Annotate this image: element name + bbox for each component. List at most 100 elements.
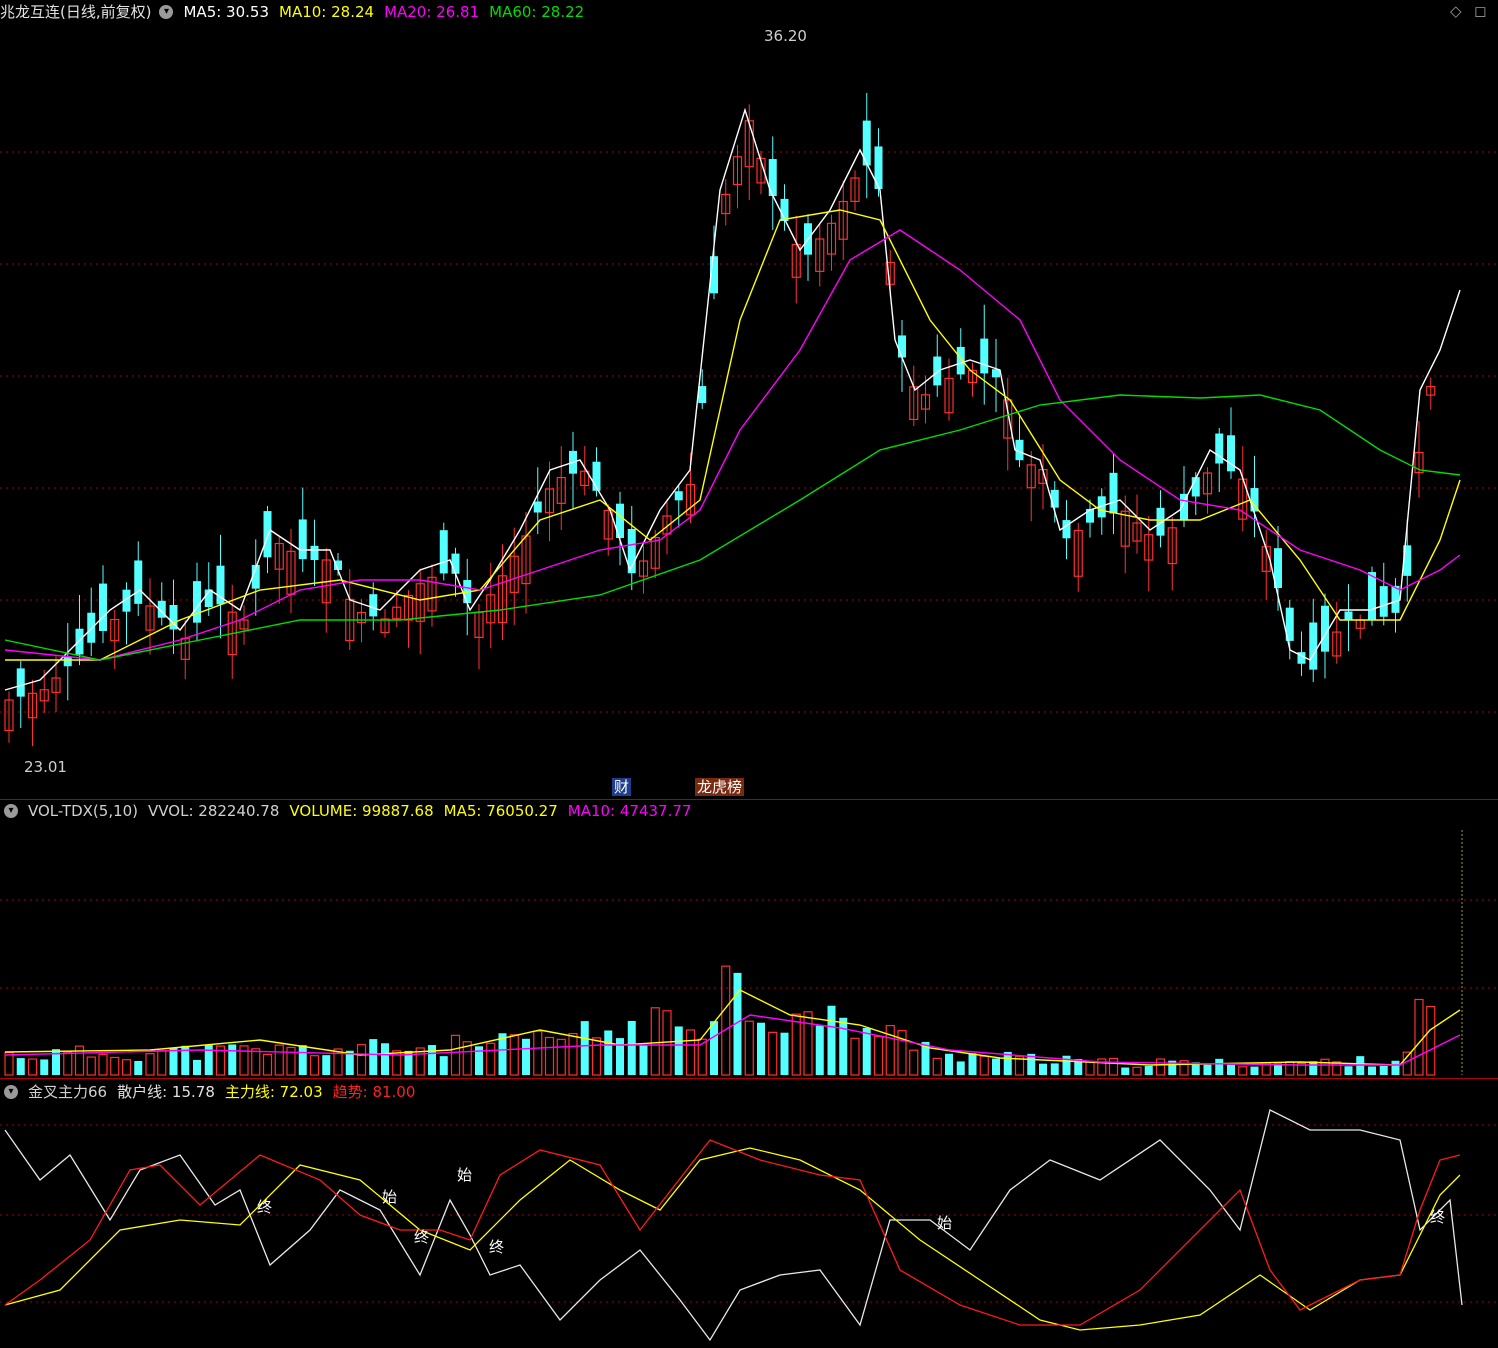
candle-body xyxy=(898,335,906,358)
volume-bar xyxy=(744,1020,754,1076)
volume-bar xyxy=(757,1022,765,1075)
volume-bar xyxy=(369,1039,378,1075)
volume-bar xyxy=(63,1051,73,1076)
volume-bar xyxy=(522,1038,530,1075)
volume-bar xyxy=(1309,1061,1318,1075)
billboard-tag[interactable]: 龙虎榜 xyxy=(695,778,745,796)
volume-bar xyxy=(121,1059,132,1076)
volume-bar xyxy=(27,1058,38,1076)
volume-ma10-line xyxy=(4,1014,1461,1066)
candle-body xyxy=(992,369,1000,378)
indicator-signal-mark: 始 xyxy=(382,1188,398,1206)
volume-bar xyxy=(1227,1064,1235,1075)
candle-body xyxy=(674,491,683,501)
indicator-signal-mark: 始 xyxy=(457,1166,473,1184)
volume-bar xyxy=(110,1056,120,1076)
volume-bar xyxy=(251,1048,261,1076)
volume-bar xyxy=(932,1057,942,1076)
volume-bar xyxy=(16,1058,25,1075)
volume-bar xyxy=(992,1058,1000,1075)
candle-body xyxy=(439,530,448,574)
volume-bar xyxy=(1155,1058,1166,1076)
finance-tag[interactable]: 财 xyxy=(612,778,632,796)
candle-body xyxy=(1050,489,1059,508)
indicator-signal-mark: 终 xyxy=(414,1228,430,1246)
volume-bar xyxy=(627,1020,636,1075)
volume-bar xyxy=(839,1017,848,1075)
candle-body xyxy=(75,628,84,655)
volume-bar xyxy=(40,1059,49,1075)
volume-bar xyxy=(134,1060,143,1075)
volume-bar xyxy=(968,1053,977,1075)
candle-body xyxy=(1368,572,1376,620)
candle-body xyxy=(16,668,25,697)
ma60-line xyxy=(4,394,1461,661)
volume-bar xyxy=(1414,998,1424,1076)
volume-bar xyxy=(262,1053,273,1076)
volume-bar xyxy=(850,1037,860,1076)
volume-bar xyxy=(4,1052,14,1076)
volume-bar xyxy=(1085,1060,1095,1076)
indicator-signal-mark: 始 xyxy=(937,1214,953,1232)
candle-body xyxy=(369,594,378,617)
volume-bar xyxy=(1121,1067,1130,1075)
volume-bar xyxy=(204,1044,213,1075)
volume-bar xyxy=(322,1055,331,1075)
volume-bar xyxy=(639,1044,648,1075)
volume-bar xyxy=(1320,1058,1330,1076)
volume-bar xyxy=(439,1056,448,1075)
volume-bar xyxy=(1144,1065,1153,1075)
volume-chart[interactable] xyxy=(0,800,1498,1078)
volume-bar xyxy=(298,1045,307,1075)
volume-bar xyxy=(86,1056,96,1076)
volume-bar xyxy=(791,1013,801,1076)
volume-bar xyxy=(721,965,731,1076)
low-price-mark: 23.01 xyxy=(24,758,67,776)
indicator-chart[interactable] xyxy=(0,1080,1498,1348)
candle-body xyxy=(134,560,143,604)
volume-bar xyxy=(274,1044,284,1076)
volume-bar xyxy=(428,1045,436,1075)
candle-body xyxy=(193,581,201,623)
volume-bar xyxy=(827,1005,836,1075)
volume-bar xyxy=(381,1043,389,1075)
volume-bar xyxy=(674,1026,683,1075)
trend-line xyxy=(4,1139,1461,1326)
volume-bar xyxy=(544,1036,555,1076)
volume-bar xyxy=(1108,1057,1119,1076)
volume-bar xyxy=(979,1055,989,1076)
price-chart[interactable] xyxy=(0,0,1498,800)
volume-bar xyxy=(815,1025,824,1075)
volume-bar xyxy=(309,1055,320,1076)
volume-bar xyxy=(685,1029,696,1076)
volume-bar xyxy=(1215,1058,1224,1075)
volume-bar xyxy=(909,1049,919,1076)
candle-body xyxy=(1379,586,1388,617)
volume-bar xyxy=(193,1059,201,1075)
volume-bar xyxy=(533,1030,543,1076)
volume-bar xyxy=(1238,1066,1248,1076)
volume-bar xyxy=(885,1024,895,1076)
volume-bar xyxy=(1250,1066,1259,1075)
indicator-signal-mark: 终 xyxy=(1430,1208,1446,1226)
candle-body xyxy=(99,583,107,631)
candle-body xyxy=(298,519,307,560)
volume-ma5-line xyxy=(4,989,1461,1066)
volume-bar xyxy=(157,1050,167,1076)
candle-body xyxy=(87,612,96,643)
volume-bar xyxy=(1391,1060,1400,1075)
candle-body xyxy=(310,545,319,560)
candle-body xyxy=(451,553,460,574)
volume-bar xyxy=(145,1053,155,1076)
volume-bar xyxy=(1285,1061,1295,1076)
volume-bar xyxy=(873,1035,884,1076)
volume-bar xyxy=(803,1011,813,1076)
volume-bar xyxy=(710,1021,718,1075)
volume-bar xyxy=(1368,1066,1376,1075)
volume-bar xyxy=(945,1053,953,1075)
volume-bar xyxy=(356,1044,367,1076)
volume-bar xyxy=(768,1031,778,1076)
volume-bar xyxy=(650,1007,660,1076)
volume-bar xyxy=(1203,1064,1212,1075)
volume-bar xyxy=(1039,1063,1047,1075)
